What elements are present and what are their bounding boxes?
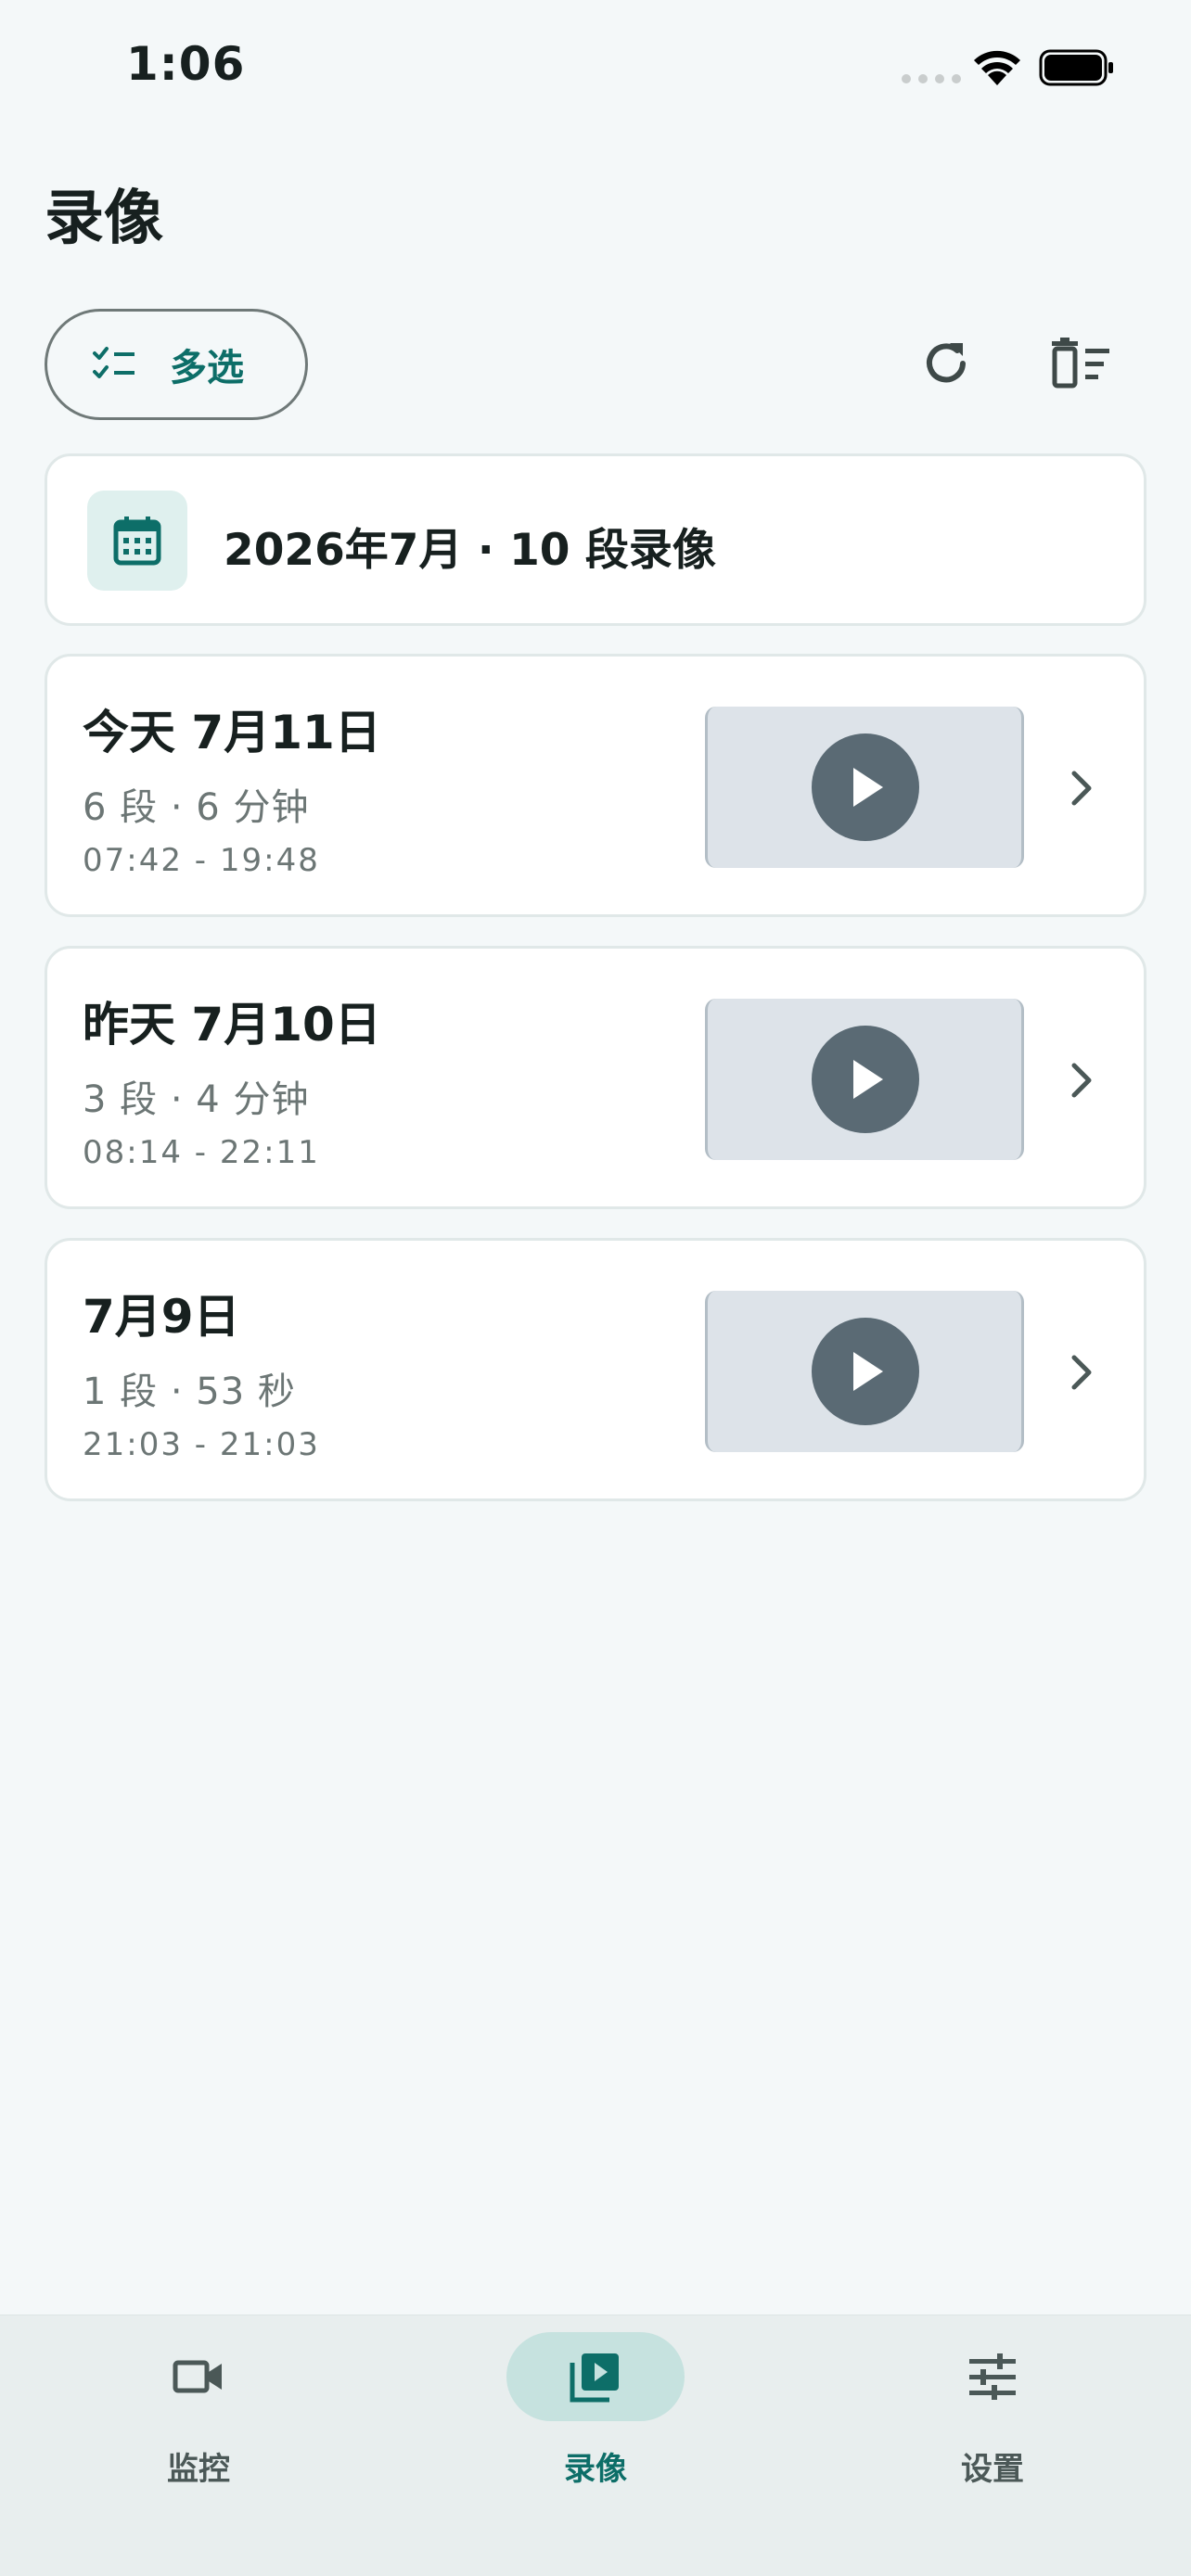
refresh-button[interactable] [900, 317, 992, 410]
battery-icon [1039, 49, 1113, 86]
video-thumbnail[interactable] [705, 999, 1024, 1160]
month-summary-card: 2026年7月 · 10 段录像 [45, 453, 1146, 626]
play-icon [853, 1060, 883, 1099]
day-card-july-9[interactable]: 7月9日 1 段 · 53 秒 21:03 - 21:03 [45, 1238, 1146, 1501]
status-bar: 1:06 [0, 0, 1191, 139]
bottom-navigation: 监控 录像 设置 [0, 2315, 1191, 2576]
chevron-right-icon [1071, 1063, 1092, 1098]
nav-pill-active [506, 2332, 685, 2421]
play-button[interactable] [812, 1026, 919, 1133]
day-summary: 6 段 · 6 分钟 [83, 786, 310, 829]
status-time: 1:06 [126, 37, 246, 91]
page-title: 录像 [45, 185, 163, 253]
clear-recordings-button[interactable] [1034, 317, 1127, 410]
day-title: 7月9日 [83, 1290, 240, 1344]
nav-item-settings[interactable]: 设置 [890, 2332, 1095, 2488]
play-icon [853, 768, 883, 807]
day-time-range: 07:42 - 19:48 [83, 842, 320, 879]
videocam-icon [173, 2360, 222, 2393]
day-card-yesterday[interactable]: 昨天 7月10日 3 段 · 4 分钟 08:14 - 22:11 [45, 946, 1146, 1209]
nav-item-recordings[interactable]: 录像 [493, 2332, 698, 2488]
delete-sweep-icon [1052, 338, 1109, 389]
nav-label: 录像 [564, 2451, 627, 2488]
video-thumbnail[interactable] [705, 1291, 1024, 1452]
nav-item-monitor[interactable]: 监控 [96, 2332, 301, 2488]
multi-select-label: 多选 [170, 347, 244, 389]
play-button[interactable] [812, 1318, 919, 1425]
nav-pill [903, 2332, 1082, 2421]
chevron-right-icon [1071, 1355, 1092, 1390]
chevron-right-icon [1071, 771, 1092, 806]
cellular-signal-icon [902, 74, 961, 83]
day-title: 今天 7月11日 [83, 706, 381, 759]
video-library-icon [570, 2353, 619, 2403]
day-time-range: 08:14 - 22:11 [83, 1134, 320, 1171]
nav-label: 设置 [961, 2451, 1024, 2488]
wifi-icon [974, 50, 1020, 85]
checklist-icon [93, 347, 134, 378]
calendar-icon [113, 516, 161, 566]
play-icon [853, 1352, 883, 1391]
day-summary: 3 段 · 4 分钟 [83, 1078, 310, 1121]
day-card-today[interactable]: 今天 7月11日 6 段 · 6 分钟 07:42 - 19:48 [45, 654, 1146, 917]
refresh-icon [927, 343, 966, 383]
month-label: 2026年7月 · 10 段录像 [224, 525, 716, 576]
day-time-range: 21:03 - 21:03 [83, 1426, 320, 1463]
video-thumbnail[interactable] [705, 707, 1024, 868]
day-summary: 1 段 · 53 秒 [83, 1371, 296, 1413]
tune-icon [969, 2353, 1016, 2400]
month-icon-box [87, 491, 187, 591]
nav-pill [109, 2332, 288, 2421]
multi-select-button[interactable]: 多选 [45, 309, 308, 420]
nav-label: 监控 [167, 2451, 230, 2488]
day-title: 昨天 7月10日 [83, 998, 381, 1052]
play-button[interactable] [812, 733, 919, 841]
